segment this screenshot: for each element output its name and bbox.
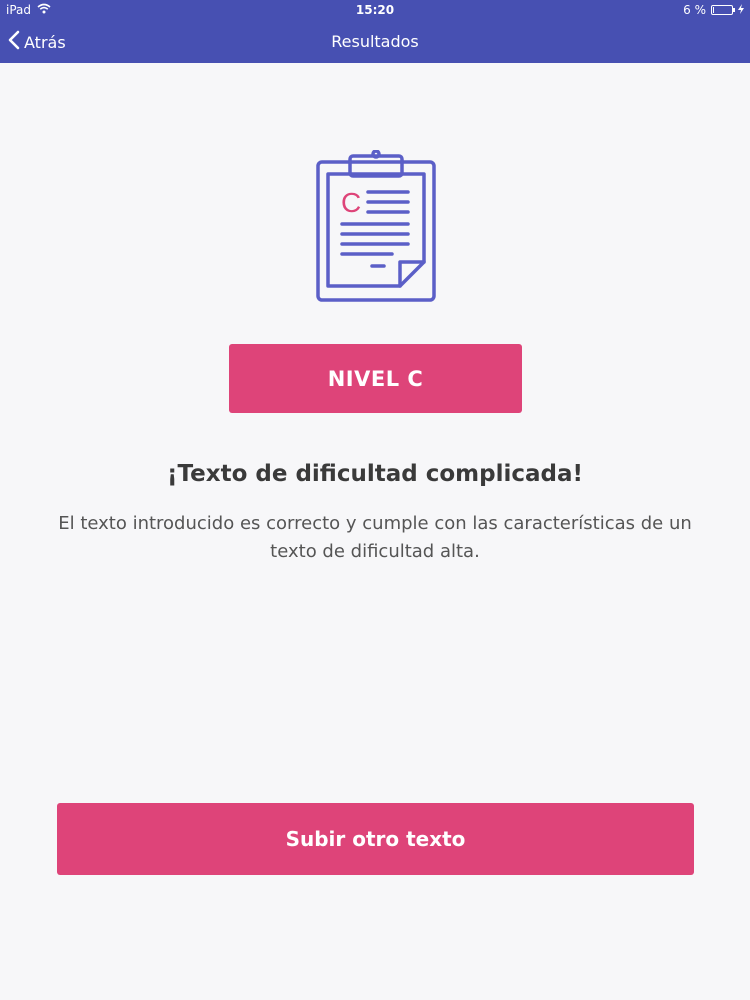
- clipboard-icon: C: [316, 149, 436, 302]
- app-header: iPad 15:20 6 % Atrás Resultados: [0, 0, 750, 63]
- page-title: Resultados: [331, 32, 419, 51]
- navigation-bar: Atrás Resultados: [0, 22, 750, 63]
- result-title: ¡Texto de dificultad complicada!: [167, 461, 583, 487]
- status-bar: iPad 15:20 6 %: [0, 0, 750, 22]
- grade-letter: C: [341, 187, 361, 218]
- status-time: 15:20: [355, 3, 395, 17]
- battery-level: [713, 7, 714, 13]
- charging-icon: [738, 3, 744, 17]
- level-badge-button[interactable]: NIVEL C: [229, 344, 522, 413]
- battery-percent: 6 %: [683, 3, 706, 17]
- result-description: El texto introducido es correcto y cumpl…: [58, 513, 692, 562]
- upload-another-text-button[interactable]: Subir otro texto: [57, 803, 694, 875]
- battery-icon: [711, 5, 735, 15]
- status-right: 6 %: [683, 3, 744, 17]
